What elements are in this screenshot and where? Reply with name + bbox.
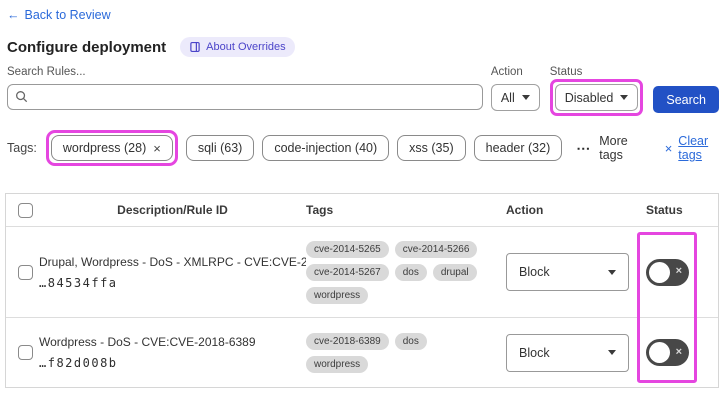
- action-filter-value: All: [500, 90, 515, 105]
- back-link-label: Back to Review: [24, 8, 111, 22]
- search-icon: [16, 91, 28, 103]
- row-checkbox[interactable]: [18, 345, 33, 360]
- rule-description: Drupal, Wordpress - DoS - XMLRPC - CVE:C…: [39, 254, 306, 269]
- header-status: Status: [646, 203, 683, 217]
- title-row: Configure deployment About Overrides: [7, 37, 719, 57]
- rules-table: Description/Rule ID Tags Action Status D…: [5, 193, 719, 388]
- tag-chip-label: wordpress (28): [62, 141, 147, 155]
- rule-id: …f82d008b: [39, 356, 118, 370]
- tag-chip-wordpress[interactable]: wordpress (28) ×: [50, 135, 173, 161]
- tags-label: Tags:: [7, 141, 37, 155]
- chevron-down-icon: [620, 95, 629, 100]
- clear-tags-link[interactable]: × Clear tags: [665, 134, 719, 162]
- about-overrides-badge[interactable]: About Overrides: [180, 37, 295, 57]
- status-filter-highlight: Disabled: [549, 79, 644, 116]
- status-filter-dropdown[interactable]: Disabled: [554, 84, 639, 111]
- action-filter-label: Action: [490, 66, 523, 78]
- row-checkbox-cell: [6, 227, 39, 317]
- clear-tags-label: Clear tags: [678, 134, 709, 162]
- rule-tag-pill: wordpress: [306, 286, 369, 304]
- tag-chip-label: code-injection (40): [274, 141, 378, 155]
- chevron-down-icon: [608, 269, 616, 275]
- status-toggle-off[interactable]: ×: [646, 258, 689, 286]
- select-all-checkbox[interactable]: [18, 202, 33, 218]
- tag-chip-xss[interactable]: xss (35): [397, 135, 466, 161]
- status-cell: ×: [646, 318, 718, 387]
- filter-bar: Search Rules... Action All Status Disabl…: [7, 66, 719, 116]
- action-value: Block: [519, 265, 550, 279]
- rule-tag-pill: cve-2014-5266: [394, 240, 478, 258]
- active-tag-highlight: wordpress (28) ×: [45, 130, 178, 166]
- row-checkbox[interactable]: [18, 264, 33, 280]
- configure-deployment-page: ← Back to Review Configure deployment Ab…: [0, 0, 725, 406]
- table-row: Drupal, Wordpress - DoS - XMLRPC - CVE:C…: [6, 226, 718, 317]
- search-box: [7, 84, 483, 110]
- rule-tag-pill: wordpress: [306, 355, 369, 373]
- rule-tag-pill: dos: [394, 263, 427, 281]
- header-action: Action: [506, 203, 544, 217]
- ellipsis-icon: ⋯: [576, 139, 592, 156]
- status-toggle-off[interactable]: ×: [646, 339, 689, 366]
- more-tags-label: More tags: [599, 134, 628, 162]
- book-icon: [190, 41, 200, 53]
- page-title: Configure deployment: [7, 38, 167, 56]
- action-value: Block: [519, 345, 550, 360]
- search-field-group: Search Rules...: [7, 66, 483, 110]
- row-checkbox-cell: [6, 318, 39, 387]
- action-cell: Block: [506, 227, 646, 317]
- about-overrides-label: About Overrides: [206, 41, 286, 53]
- chevron-down-icon: [608, 350, 616, 355]
- tag-chip-sqli[interactable]: sqli (63): [185, 135, 255, 161]
- chevron-down-icon: [521, 95, 530, 100]
- status-filter-label: Status: [549, 66, 583, 78]
- toggle-knob: [649, 261, 670, 283]
- back-to-review-link[interactable]: ← Back to Review: [7, 8, 111, 22]
- tag-chip-code-injection[interactable]: code-injection (40): [262, 135, 390, 161]
- status-filter-value: Disabled: [564, 90, 614, 105]
- tag-chip-header[interactable]: header (32): [473, 135, 563, 161]
- rule-tag-pill: cve-2018-6389: [306, 332, 389, 350]
- status-filter-group: Status Disabled: [549, 66, 644, 116]
- more-tags-button[interactable]: ⋯ More tags: [576, 134, 636, 162]
- toggle-x-icon: ×: [675, 265, 682, 278]
- header-tags: Tags: [306, 203, 334, 217]
- table-header-row: Description/Rule ID Tags Action Status: [6, 194, 718, 226]
- rule-tag-pill: cve-2014-5267: [306, 263, 389, 281]
- rule-tag-pill: cve-2014-5265: [306, 240, 389, 258]
- description-cell: Drupal, Wordpress - DoS - XMLRPC - CVE:C…: [39, 227, 306, 317]
- rule-tag-pill: dos: [394, 332, 427, 350]
- tags-cell: cve-2018-6389 dos wordpress: [306, 318, 506, 387]
- action-filter-group: Action All: [490, 66, 540, 111]
- action-dropdown[interactable]: Block: [506, 333, 629, 372]
- header-checkbox-cell: [6, 202, 39, 218]
- status-cell: ×: [646, 227, 718, 317]
- description-cell: Wordpress - DoS - CVE:CVE-2018-6389 …f82…: [39, 318, 306, 387]
- tags-cell: cve-2014-5265 cve-2014-5266 cve-2014-526…: [306, 227, 506, 317]
- remove-tag-icon[interactable]: ×: [153, 142, 161, 155]
- rule-description: Wordpress - DoS - CVE:CVE-2018-6389: [39, 335, 256, 349]
- action-dropdown[interactable]: Block: [506, 253, 629, 291]
- action-filter-dropdown[interactable]: All: [490, 84, 540, 111]
- tags-bar: Tags: wordpress (28) × sqli (63) code-in…: [7, 130, 719, 166]
- toggle-knob: [649, 342, 670, 363]
- clear-tags-icon: ×: [664, 140, 673, 156]
- action-cell: Block: [506, 318, 646, 387]
- tag-chip-label: xss (35): [409, 141, 454, 155]
- tag-chip-label: header (32): [485, 141, 551, 155]
- search-rules-input[interactable]: [7, 84, 483, 110]
- rule-id: …84534ffa: [39, 275, 118, 290]
- tag-chip-label: sqli (63): [197, 141, 243, 155]
- search-button[interactable]: Search: [653, 86, 719, 113]
- rule-tag-pill: drupal: [432, 263, 477, 281]
- back-arrow-icon: ←: [7, 8, 20, 22]
- search-rules-label: Search Rules...: [7, 66, 86, 78]
- table-row: Wordpress - DoS - CVE:CVE-2018-6389 …f82…: [6, 317, 718, 387]
- toggle-x-icon: ×: [675, 345, 682, 358]
- header-description: Description/Rule ID: [117, 203, 228, 217]
